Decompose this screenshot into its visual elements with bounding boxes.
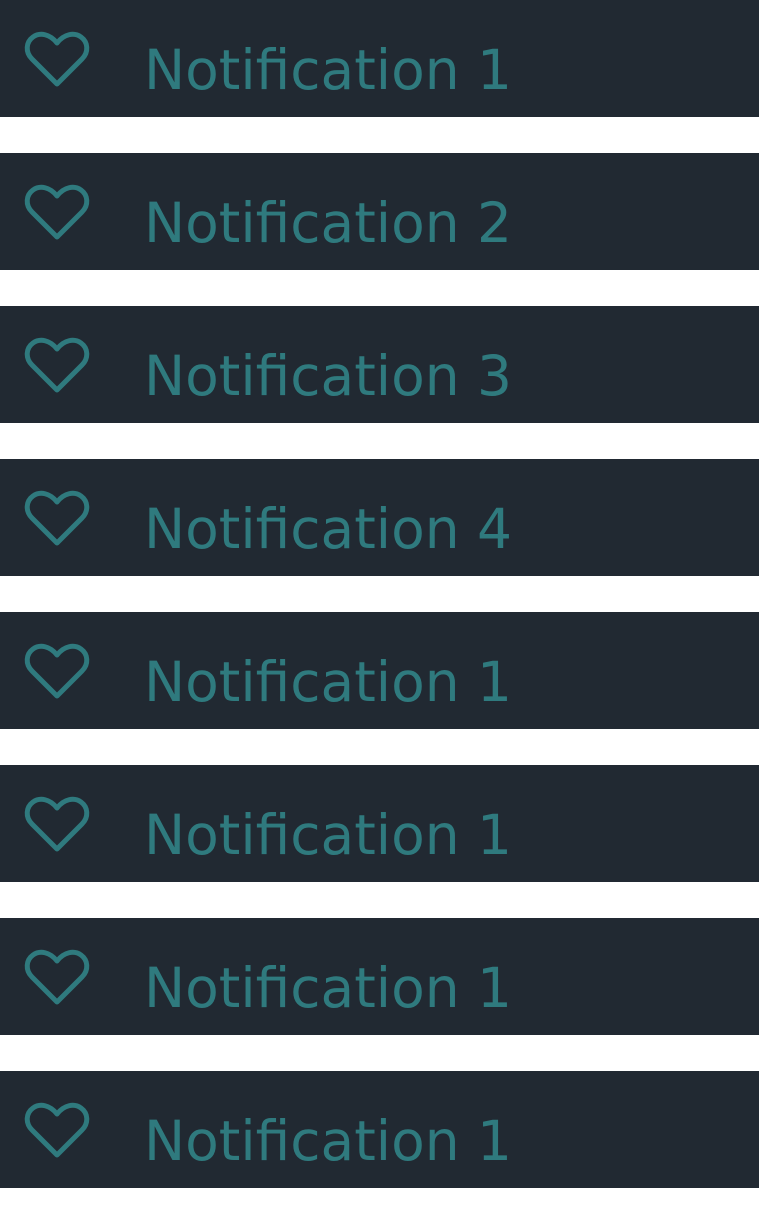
notification-label: Notification 1 <box>144 38 513 102</box>
heart-icon[interactable] <box>24 642 90 702</box>
notification-item[interactable]: Notification 2 <box>0 153 759 270</box>
notification-item[interactable]: Notification 1 <box>0 765 759 882</box>
notification-label: Notification 2 <box>144 191 513 255</box>
heart-icon[interactable] <box>24 336 90 396</box>
notification-item[interactable]: Notification 3 <box>0 306 759 423</box>
heart-icon[interactable] <box>24 1101 90 1161</box>
notification-item[interactable]: Notification 1 <box>0 1071 759 1188</box>
heart-icon[interactable] <box>24 30 90 90</box>
notification-label: Notification 3 <box>144 344 513 408</box>
notification-label: Notification 4 <box>144 497 513 561</box>
notification-list: Notification 1 Notification 2 Notificati… <box>0 0 759 1215</box>
heart-icon[interactable] <box>24 489 90 549</box>
notification-label: Notification 1 <box>144 956 513 1020</box>
heart-icon[interactable] <box>24 183 90 243</box>
notification-item[interactable]: Notification 1 <box>0 0 759 117</box>
notification-item[interactable]: Notification 1 <box>0 612 759 729</box>
notification-label: Notification 1 <box>144 803 513 867</box>
heart-icon[interactable] <box>24 948 90 1008</box>
notification-label: Notification 1 <box>144 650 513 714</box>
notification-item[interactable]: Notification 1 <box>0 918 759 1035</box>
notification-item[interactable]: Notification 4 <box>0 459 759 576</box>
notification-label: Notification 1 <box>144 1109 513 1173</box>
heart-icon[interactable] <box>24 795 90 855</box>
